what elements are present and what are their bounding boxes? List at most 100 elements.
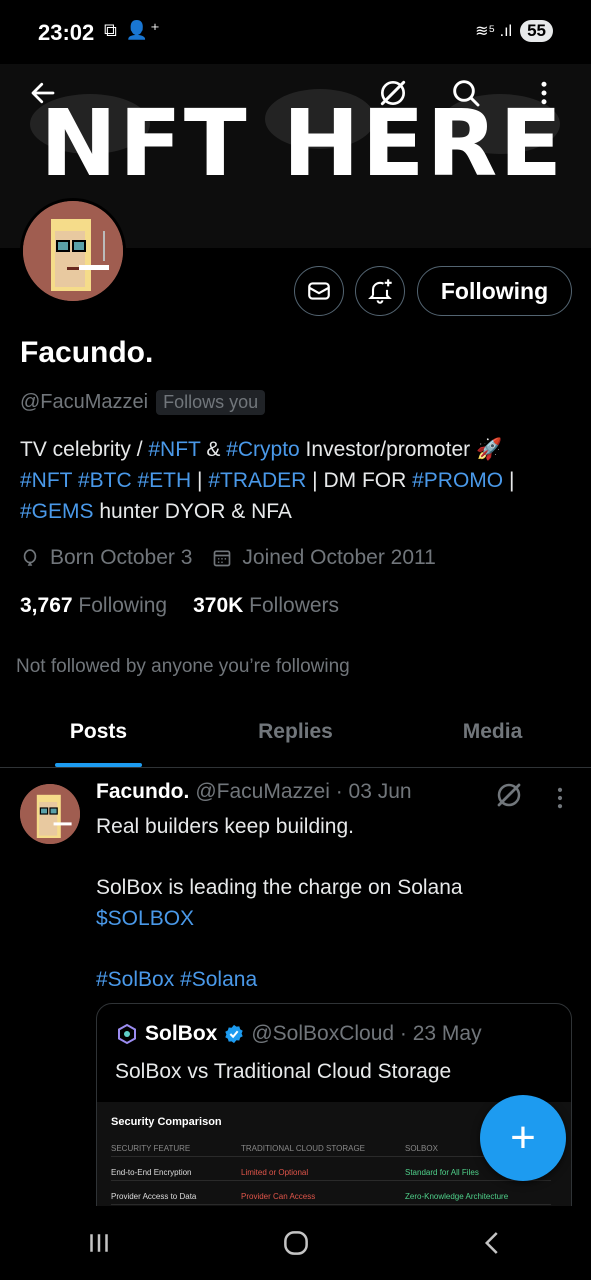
profile-bio: TV celebrity / #NFT & #Crypto Investor/p… <box>20 434 575 527</box>
post-body: Real builders keep building. SolBox is l… <box>96 812 566 995</box>
profile-handle: @FacuMazzei <box>20 391 149 413</box>
table-cell: Provider Access to Data <box>111 1192 197 1201</box>
avatar[interactable] <box>20 198 126 304</box>
bio-text: & <box>200 438 227 461</box>
joined-text: Joined October 2011 <box>242 546 436 569</box>
profile-tabs: Posts Replies Media <box>0 700 591 768</box>
hashtag-link[interactable]: #TRADER <box>208 469 306 492</box>
bio-text: Investor/promoter 🚀 <box>299 438 503 461</box>
solbox-logo-icon <box>118 1023 136 1045</box>
mail-icon <box>308 282 330 300</box>
table-cell: Provider Can Access <box>241 1192 316 1201</box>
post-grok-button[interactable] <box>494 780 524 815</box>
balloon-icon <box>23 549 37 566</box>
home-button[interactable] <box>266 1228 326 1258</box>
post-handle-date: @FacuMazzei · 03 Jun <box>195 780 412 803</box>
hashtag-link[interactable]: #BTC <box>78 469 132 492</box>
comparison-title: Security Comparison <box>111 1116 222 1128</box>
bio-text: TV celebrity / <box>20 438 149 461</box>
grok-icon <box>380 80 406 106</box>
following-label: Following <box>78 594 168 617</box>
grok-icon <box>497 783 521 807</box>
profile-meta: Born October 3 Joined October 2011 <box>20 546 436 570</box>
chevron-left-icon <box>484 1232 498 1254</box>
bell-plus-icon <box>368 279 392 304</box>
quote-author: SolBox <box>145 1022 218 1045</box>
recents-button[interactable] <box>69 1228 129 1258</box>
status-right: ≋⁵ .ıl 55 <box>475 20 553 42</box>
hashtag-link[interactable]: #PROMO <box>412 469 503 492</box>
followers-count: 370K <box>193 594 244 617</box>
post-avatar[interactable] <box>20 784 80 844</box>
arrow-left-icon <box>31 82 55 104</box>
profile-name: Facundo. <box>20 336 154 369</box>
post-author[interactable]: Facundo. <box>96 780 189 804</box>
following-count: 3,767 <box>20 594 73 617</box>
following-button[interactable]: Following <box>417 266 572 316</box>
join-date: Joined October 2011 <box>212 546 436 570</box>
quote-handle-date: @SolBoxCloud · 23 May <box>251 1022 482 1045</box>
table-header: TRADITIONAL CLOUD STORAGE <box>241 1144 366 1153</box>
following-count-link[interactable]: 3,767 Following <box>20 594 167 618</box>
back-system-button[interactable] <box>463 1228 523 1258</box>
hashtag-link[interactable]: #GEMS <box>20 500 94 523</box>
more-vertical-icon <box>541 81 547 105</box>
hashtag-link[interactable]: #ETH <box>138 469 192 492</box>
birthday: Born October 3 <box>20 546 192 570</box>
bio-line-2: #NFT #BTC #ETH | #TRADER | DM FOR #PROMO… <box>20 465 575 496</box>
quote-text: SolBox vs Traditional Cloud Storage <box>115 1060 452 1083</box>
bio-text: hunter DYOR & NFA <box>93 500 292 523</box>
search-icon <box>453 80 480 107</box>
battery-indicator: 55 <box>520 20 553 42</box>
recents-icon <box>89 1234 108 1252</box>
message-button[interactable] <box>294 266 344 316</box>
compose-button[interactable]: + <box>480 1095 566 1181</box>
hashtag-link[interactable]: #Solana <box>180 968 257 991</box>
not-followed-notice: Not followed by anyone you’re following <box>16 656 350 677</box>
table-cell: Standard for All Files <box>405 1168 479 1177</box>
hashtag-link[interactable]: #Crypto <box>226 438 300 461</box>
tab-replies[interactable]: Replies <box>197 700 394 767</box>
search-button[interactable] <box>443 70 489 116</box>
post-line: SolBox is leading the charge on Solana <box>96 876 463 899</box>
more-button[interactable] <box>521 70 567 116</box>
table-cell: Zero-Knowledge Architecture <box>405 1192 509 1201</box>
status-time: 23:02 <box>38 20 95 45</box>
notify-button[interactable] <box>355 266 405 316</box>
cashtag-link[interactable]: $SOLBOX <box>96 904 566 935</box>
table-row: Provider Access to Data Provider Can Acc… <box>111 1192 551 1205</box>
status-bar: 23:02 ⧉ 👤⁺ ≋⁵ .ıl 55 <box>0 0 591 64</box>
more-vertical-icon <box>557 787 563 809</box>
back-button[interactable] <box>20 70 66 116</box>
post-line: Real builders keep building. <box>96 815 354 838</box>
avatar-image <box>20 784 80 844</box>
table-cell: Limited or Optional <box>241 1168 309 1177</box>
follows-you-badge: Follows you <box>156 390 266 415</box>
bio-text: | DM FOR <box>306 469 413 492</box>
verified-badge-icon <box>225 1024 244 1044</box>
bio-line-1: TV celebrity / #NFT & #Crypto Investor/p… <box>20 434 575 465</box>
grok-button[interactable] <box>370 70 416 116</box>
home-icon <box>283 1231 308 1255</box>
table-cell: End-to-End Encryption <box>111 1168 192 1177</box>
followers-count-link[interactable]: 370K Followers <box>193 594 339 618</box>
hashtag-link[interactable]: #NFT <box>148 438 200 461</box>
quote-header: SolBox @SolBoxCloud · 23 May <box>115 1022 482 1046</box>
post-header: Facundo. @FacuMazzei · 03 Jun <box>96 780 412 804</box>
avatar-image <box>23 201 123 301</box>
followers-label: Followers <box>249 594 340 617</box>
born-text: Born October 3 <box>50 546 193 569</box>
hashtag-link[interactable]: #SolBox <box>96 968 174 991</box>
hashtag-link[interactable]: #NFT <box>20 469 72 492</box>
bio-line-3: #GEMS hunter DYOR & NFA <box>20 496 575 527</box>
table-row: End-to-End Encryption Limited or Optiona… <box>111 1168 551 1181</box>
tab-media[interactable]: Media <box>394 700 591 767</box>
table-header: SOLBOX <box>405 1144 438 1153</box>
status-left-icons: ⧉ 👤⁺ <box>104 20 162 40</box>
signal-icon: ≋⁵ .ıl <box>475 23 513 40</box>
system-nav-bar <box>0 1206 591 1280</box>
bio-text: | <box>191 469 209 492</box>
tab-posts[interactable]: Posts <box>0 700 197 767</box>
